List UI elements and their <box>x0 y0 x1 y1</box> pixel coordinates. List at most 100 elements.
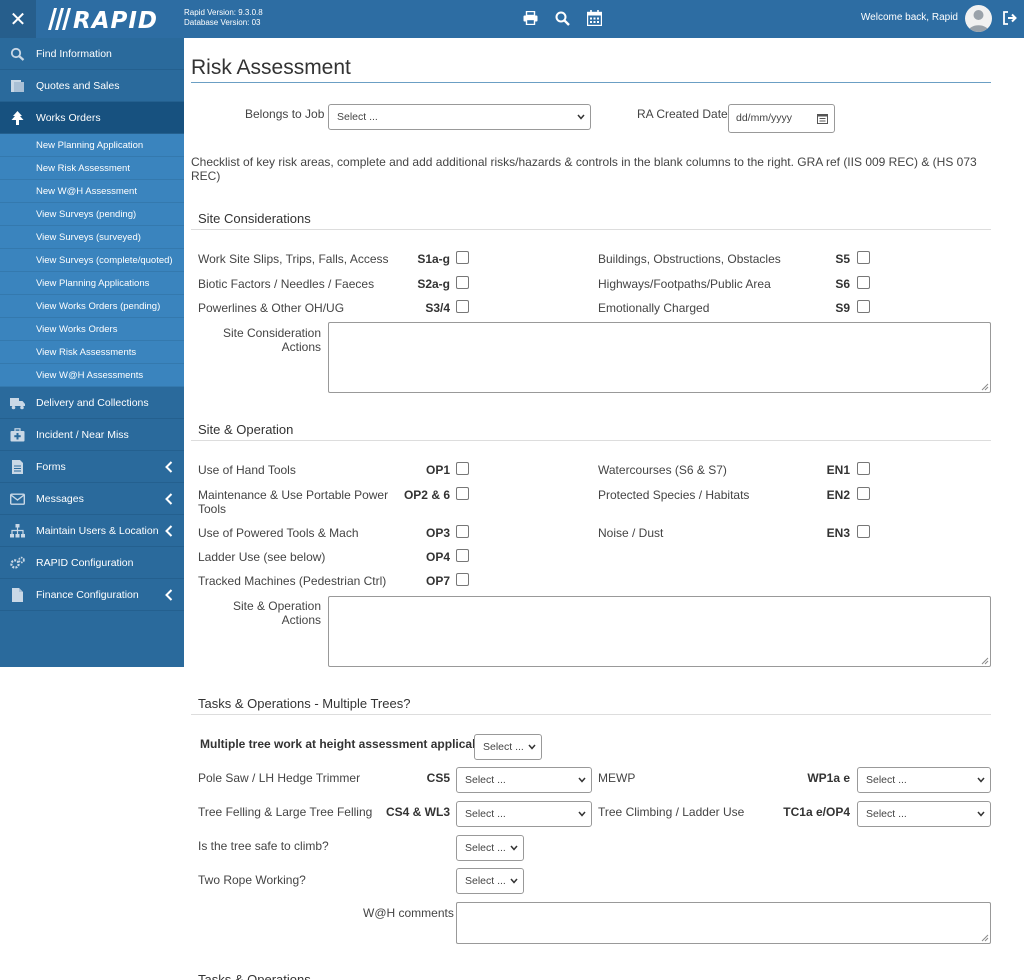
check-label-protected-species: Protected Species / Habitats <box>598 488 750 502</box>
risk-code: S2a-g <box>417 277 450 291</box>
checkbox-s5[interactable] <box>857 251 870 264</box>
sidebar-subitem-new-risk-assessment[interactable]: New Risk Assessment <box>0 157 184 180</box>
document-icon <box>12 460 23 474</box>
tree-climbing-select[interactable]: Select ... <box>857 801 991 827</box>
sidebar-item-messages[interactable]: Messages <box>0 483 184 515</box>
sidebar-item-delivery-and-collections[interactable]: Delivery and Collections <box>0 387 184 419</box>
calendar-icon[interactable] <box>584 8 604 28</box>
resize-grip-icon[interactable] <box>981 657 989 665</box>
sidebar-subitem-view-surveys-complete[interactable]: View Surveys (complete/quoted) <box>0 249 184 272</box>
sidebar-item-incident-near-miss[interactable]: Incident / Near Miss <box>0 419 184 451</box>
checkbox-op4[interactable] <box>456 549 469 562</box>
sidebar-subitem-new-wah-assessment[interactable]: New W@H Assessment <box>0 180 184 203</box>
sidebar-subitem-view-wah-assessments[interactable]: View W@H Assessments <box>0 364 184 387</box>
checklist-note: Checklist of key risk areas, complete an… <box>191 155 977 183</box>
sidebar-item-quotes-and-sales[interactable]: Quotes and Sales <box>0 70 184 102</box>
risk-code: TC1a e/OP4 <box>783 805 850 819</box>
chevron-left-icon <box>165 525 173 537</box>
checkbox-en1[interactable] <box>857 462 870 475</box>
section-divider <box>191 714 991 715</box>
two-rope-select[interactable]: Select ... <box>456 868 524 894</box>
ra-created-date-input[interactable]: dd/mm/yyyy <box>728 104 835 133</box>
rapid-logo: RAPID <box>42 4 176 34</box>
works-orders-submenu: New Planning Application New Risk Assess… <box>0 134 184 387</box>
sidebar-item-label: Finance Configuration <box>36 589 139 601</box>
actions-label-line: Site Consideration <box>222 326 321 340</box>
page-title: Risk Assessment <box>191 56 351 79</box>
sidebar-item-label: Incident / Near Miss <box>36 429 129 441</box>
version-info: Rapid Version: 9.3.0.8 Database Version:… <box>184 8 263 28</box>
tasks-operations-title: Tasks & Operations - Multiple Trees? <box>198 696 411 711</box>
checkbox-op7[interactable] <box>456 573 469 586</box>
risk-code: OP2 & 6 <box>403 488 450 502</box>
wah-comments-textarea[interactable] <box>456 902 991 944</box>
checkbox-s1a-g[interactable] <box>456 251 469 264</box>
pole-saw-select[interactable]: Select ... <box>456 767 592 793</box>
rapid-logo-mark: RAPID <box>48 8 157 34</box>
sidebar: Find Information Quotes and Sales Works … <box>0 38 184 667</box>
check-label-powerlines: Powerlines & Other OH/UG <box>198 301 345 315</box>
checkbox-s2a-g[interactable] <box>456 276 469 289</box>
site-operation-actions-textarea[interactable] <box>328 596 991 667</box>
multi-tree-select[interactable]: Select ... <box>474 734 542 760</box>
sidebar-item-label: Find Information <box>36 48 112 60</box>
top-bar: ✕ RAPID Rapid Version: 9.3.0.8 Database … <box>0 0 1024 38</box>
select-value: Select ... <box>866 774 907 786</box>
tree-felling-select[interactable]: Select ... <box>456 801 592 827</box>
mewp-select[interactable]: Select ... <box>857 767 991 793</box>
checkbox-s6[interactable] <box>857 276 870 289</box>
checkbox-op2-6[interactable] <box>456 487 469 500</box>
risk-code: EN3 <box>826 526 850 540</box>
risk-code: OP3 <box>425 526 450 540</box>
sidebar-item-label: RAPID Configuration <box>36 557 134 569</box>
sidebar-subitem-view-works-orders-pending[interactable]: View Works Orders (pending) <box>0 295 184 318</box>
sidebar-item-forms[interactable]: Forms <box>0 451 184 483</box>
checkbox-s9[interactable] <box>857 300 870 313</box>
sidebar-item-works-orders[interactable]: Works Orders <box>0 102 184 134</box>
sidebar-item-find-information[interactable]: Find Information <box>0 38 184 70</box>
chevron-down-icon <box>578 811 586 817</box>
checkbox-s3-4[interactable] <box>456 300 469 313</box>
checkbox-op3[interactable] <box>456 525 469 538</box>
calendar-icon[interactable] <box>817 113 828 124</box>
sidebar-subitem-view-surveys-pending[interactable]: View Surveys (pending) <box>0 203 184 226</box>
chevron-left-icon <box>165 493 173 505</box>
avatar[interactable] <box>965 5 992 32</box>
tree-icon <box>11 111 24 125</box>
sidebar-item-maintain-users-location[interactable]: Maintain Users & Location <box>0 515 184 547</box>
check-label-portable-power-tools: Maintenance & Use Portable Power Tools <box>198 488 388 516</box>
checkbox-op1[interactable] <box>456 462 469 475</box>
belongs-to-job-select[interactable]: Select ... <box>328 104 591 130</box>
resize-grip-icon[interactable] <box>981 383 989 391</box>
select-value: Select ... <box>866 808 907 820</box>
sidebar-subitem-view-planning-applications[interactable]: View Planning Applications <box>0 272 184 295</box>
pole-saw-label: Pole Saw / LH Hedge Trimmer <box>198 771 361 785</box>
truck-icon <box>10 398 25 410</box>
site-operation-title: Site & Operation <box>198 422 294 437</box>
safe-to-climb-select[interactable]: Select ... <box>456 835 524 861</box>
sidebar-item-finance-configuration[interactable]: Finance Configuration <box>0 579 184 611</box>
logout-icon[interactable] <box>1002 10 1020 28</box>
sidebar-subitem-view-works-orders[interactable]: View Works Orders <box>0 318 184 341</box>
sidebar-subitem-view-risk-assessments[interactable]: View Risk Assessments <box>0 341 184 364</box>
sidebar-subitem-new-planning-application[interactable]: New Planning Application <box>0 134 184 157</box>
checkbox-en3[interactable] <box>857 525 870 538</box>
risk-code: OP1 <box>425 463 450 477</box>
rapid-version: Rapid Version: 9.3.0.8 <box>184 8 263 17</box>
risk-code: CS4 & WL3 <box>385 805 450 819</box>
close-menu-button[interactable]: ✕ <box>0 0 36 38</box>
risk-code: WP1a e <box>807 771 850 785</box>
print-icon[interactable] <box>520 8 540 28</box>
label-line: Tools <box>198 502 227 516</box>
sidebar-subitem-view-surveys-surveyed[interactable]: View Surveys (surveyed) <box>0 226 184 249</box>
sitemap-icon <box>10 524 25 538</box>
welcome-text: Welcome back, Rapid <box>860 12 958 23</box>
search-icon[interactable] <box>552 8 572 28</box>
checkbox-en2[interactable] <box>857 487 870 500</box>
risk-code: CS5 <box>426 771 450 785</box>
resize-grip-icon[interactable] <box>981 934 989 942</box>
sidebar-item-rapid-configuration[interactable]: RAPID Configuration <box>0 547 184 579</box>
site-consideration-actions-textarea[interactable] <box>328 322 991 393</box>
belongs-to-job-label: Belongs to Job <box>245 107 325 121</box>
safe-to-climb-label: Is the tree safe to climb? <box>198 839 329 853</box>
